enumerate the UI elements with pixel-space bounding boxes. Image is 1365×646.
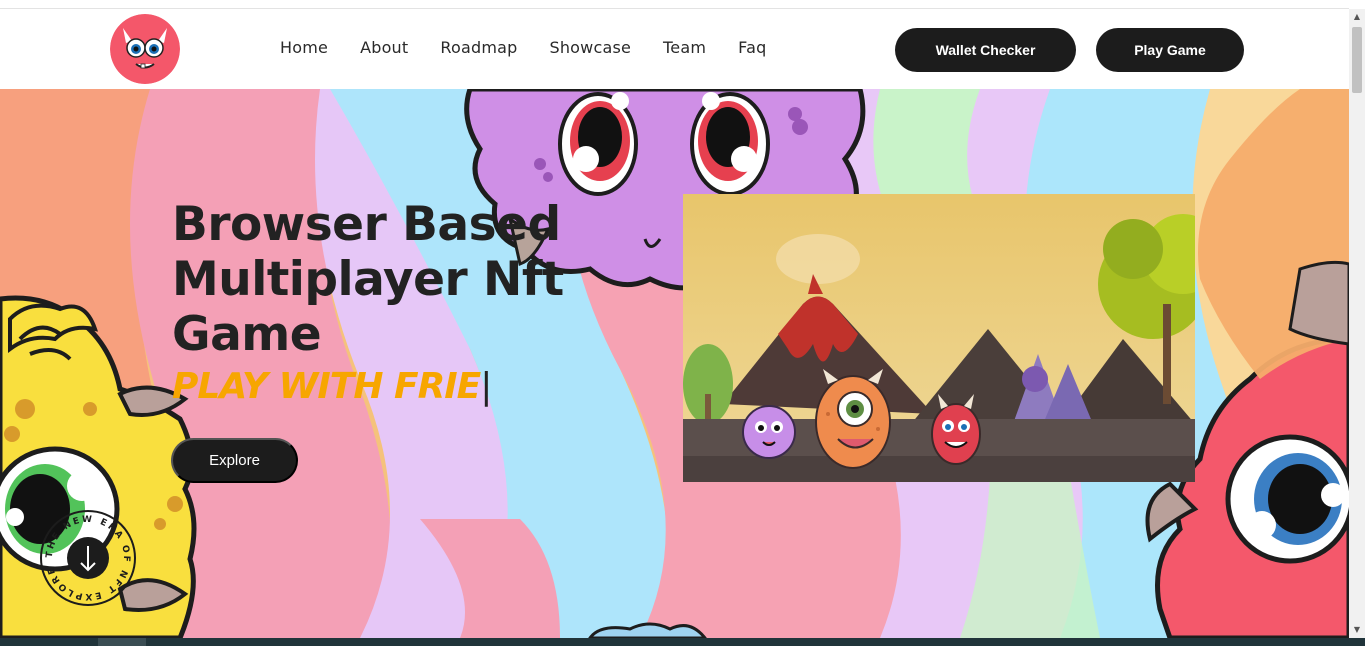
nav-link-faq[interactable]: Faq [738,38,766,57]
main-nav: Home About Roadmap Showcase Team Faq [280,38,798,57]
explore-scroll-badge[interactable]: THE NEW ERA OF NFT EXPLORE [39,509,137,607]
nav-link-home[interactable]: Home [280,38,328,57]
nav-link-team[interactable]: Team [663,38,706,57]
typing-cursor: | [480,366,492,407]
page-scrollbar[interactable] [1349,9,1365,638]
scroll-up-arrow-icon[interactable]: ▲ [1349,9,1365,25]
hero-headline: Browser Based Multiplayer Nft Game [172,197,564,362]
red-monster-logo-icon[interactable] [110,14,180,84]
hero-section: Browser Based Multiplayer Nft Game PLAY … [0,89,1349,638]
scrollbar-thumb[interactable] [1352,27,1362,93]
nav-link-about[interactable]: About [360,38,408,57]
nav-link-showcase[interactable]: Showcase [549,38,631,57]
game-preview-image [683,194,1195,482]
nav-link-roadmap[interactable]: Roadmap [440,38,517,57]
os-taskbar [0,638,1365,646]
browser-top-strip [0,0,1349,9]
taskbar-item[interactable] [98,638,146,646]
typing-text: PLAY WITH FRIE [172,366,481,407]
site-header: Home About Roadmap Showcase Team Faq Wal… [0,9,1349,89]
wallet-checker-button[interactable]: Wallet Checker [895,28,1076,72]
play-game-button[interactable]: Play Game [1096,28,1244,72]
scroll-down-arrow-icon[interactable]: ▼ [1349,622,1365,638]
explore-button[interactable]: Explore [171,438,298,483]
typing-tagline: PLAY WITH FRIE| [172,366,492,407]
